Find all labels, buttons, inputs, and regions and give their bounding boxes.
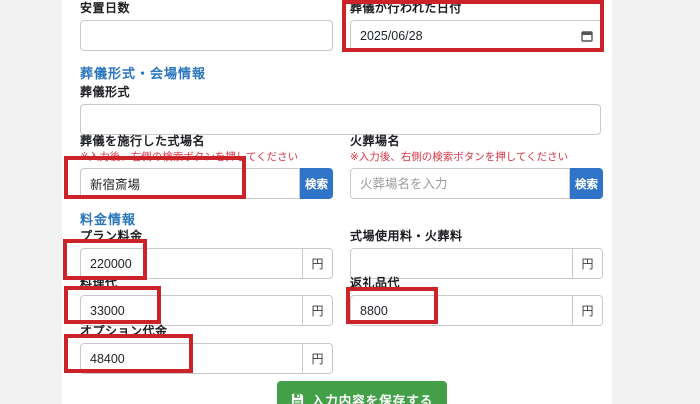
crematorium-search-button[interactable]: 検索 bbox=[570, 168, 603, 199]
gift-fee-yen-suffix: 円 bbox=[573, 295, 603, 326]
save-button[interactable]: 入力内容を保存する bbox=[277, 381, 447, 404]
funeral-date-value: 2025/06/28 bbox=[360, 28, 423, 43]
gift-fee-input[interactable] bbox=[350, 295, 573, 326]
crematorium-label: 火葬場名 bbox=[350, 134, 401, 148]
ceremony-hall-label: 葬儀を施行した式場名 bbox=[80, 134, 206, 148]
funeral-date-input[interactable]: 2025/06/28 bbox=[350, 20, 603, 51]
field-ceremony-hall: 葬儀を施行した式場名 ※入力後、右側の検索ボタンを押してください 検索 bbox=[80, 134, 333, 199]
ceremony-hall-note: ※入力後、右側の検索ボタンを押してください bbox=[80, 151, 299, 163]
floppy-disk-icon bbox=[291, 393, 303, 404]
plan-fee-label: プラン料金 bbox=[80, 229, 143, 243]
form-card: 安置日数 葬儀が行われた日付 2025/06/28 葬儀形式・会場情報 葬儀形式… bbox=[62, 0, 612, 404]
funeral-format-input[interactable] bbox=[80, 104, 601, 135]
funeral-format-label: 葬儀形式 bbox=[80, 85, 131, 99]
option-fee-input[interactable] bbox=[80, 343, 303, 374]
calendar-icon[interactable] bbox=[581, 30, 593, 42]
price-section-heading: 料金情報 bbox=[80, 212, 137, 227]
venue-cremation-fee-input[interactable] bbox=[350, 248, 573, 279]
storage-days-label: 安置日数 bbox=[80, 1, 131, 15]
option-fee-label: オプション代金 bbox=[80, 324, 168, 338]
storage-days-input[interactable] bbox=[80, 20, 333, 51]
field-crematorium: 火葬場名 ※入力後、右側の検索ボタンを押してください 検索 bbox=[350, 134, 603, 199]
field-option-fee: オプション代金 円 bbox=[80, 324, 333, 374]
field-storage-days: 安置日数 bbox=[80, 1, 333, 51]
field-plan-fee: プラン料金 円 bbox=[80, 229, 333, 279]
venue-cremation-fee-yen-suffix: 円 bbox=[573, 248, 603, 279]
option-fee-yen-suffix: 円 bbox=[303, 343, 333, 374]
food-fee-input[interactable] bbox=[80, 295, 303, 326]
crematorium-note: ※入力後、右側の検索ボタンを押してください bbox=[350, 151, 569, 163]
ceremony-hall-search-button[interactable]: 検索 bbox=[300, 168, 333, 199]
ceremony-hall-input[interactable] bbox=[80, 168, 300, 199]
food-fee-yen-suffix: 円 bbox=[303, 295, 333, 326]
plan-fee-input[interactable] bbox=[80, 248, 303, 279]
field-gift-fee: 返礼品代 円 bbox=[350, 276, 603, 326]
field-funeral-date: 葬儀が行われた日付 2025/06/28 bbox=[350, 1, 603, 51]
field-food-fee: 料理代 円 bbox=[80, 276, 333, 326]
gift-fee-label: 返礼品代 bbox=[350, 276, 401, 290]
food-fee-label: 料理代 bbox=[80, 276, 118, 290]
venue-cremation-fee-label: 式場使用料・火葬料 bbox=[350, 229, 463, 243]
field-venue-cremation-fee: 式場使用料・火葬料 円 bbox=[350, 229, 603, 279]
plan-fee-yen-suffix: 円 bbox=[303, 248, 333, 279]
field-funeral-format: 葬儀形式 bbox=[80, 85, 601, 135]
venue-section-heading: 葬儀形式・会場情報 bbox=[80, 66, 207, 81]
funeral-date-label: 葬儀が行われた日付 bbox=[350, 1, 462, 15]
save-button-label: 入力内容を保存する bbox=[311, 393, 434, 404]
crematorium-input[interactable] bbox=[350, 168, 570, 199]
